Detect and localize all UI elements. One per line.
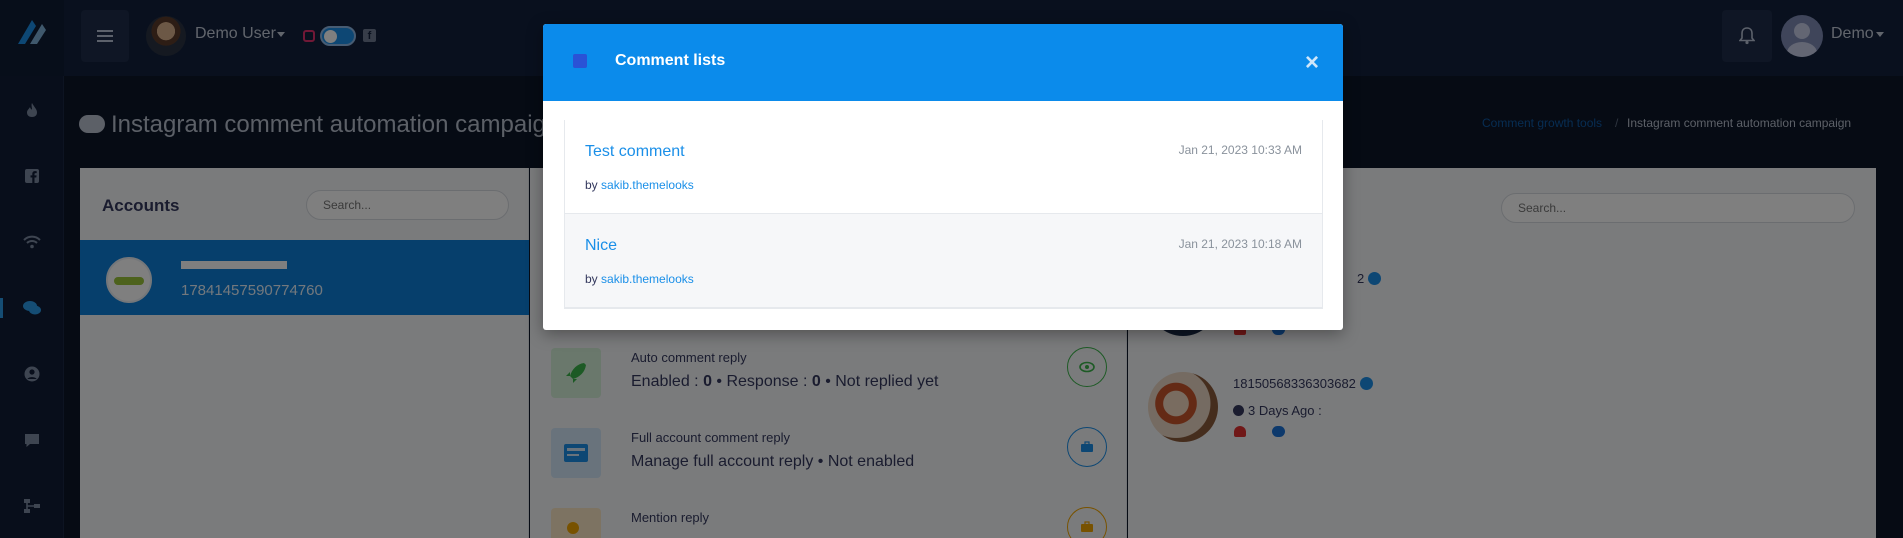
comment-text[interactable]: Test comment <box>585 143 685 161</box>
comment-list-modal: Comment lists × Test comment Jan 21, 202… <box>543 24 1343 330</box>
comment-list: Test comment Jan 21, 2023 10:33 AM by sa… <box>564 120 1323 309</box>
close-button[interactable]: × <box>1300 51 1324 75</box>
comment-author-link[interactable]: sakib.themelooks <box>601 178 694 192</box>
comment-author: by sakib.themelooks <box>585 272 694 286</box>
comment-item: Nice Jan 21, 2023 10:18 AM by sakib.them… <box>565 214 1322 308</box>
comment-author: by sakib.themelooks <box>585 178 694 192</box>
list-icon <box>573 54 587 68</box>
comment-time: Jan 21, 2023 10:33 AM <box>1178 143 1302 157</box>
comment-author-link[interactable]: sakib.themelooks <box>601 272 694 286</box>
comment-text[interactable]: Nice <box>585 237 617 255</box>
comment-item: Test comment Jan 21, 2023 10:33 AM by sa… <box>565 120 1322 214</box>
modal-header: Comment lists × <box>543 24 1343 101</box>
comment-time: Jan 21, 2023 10:18 AM <box>1178 237 1302 251</box>
modal-title: Comment lists <box>615 52 726 69</box>
